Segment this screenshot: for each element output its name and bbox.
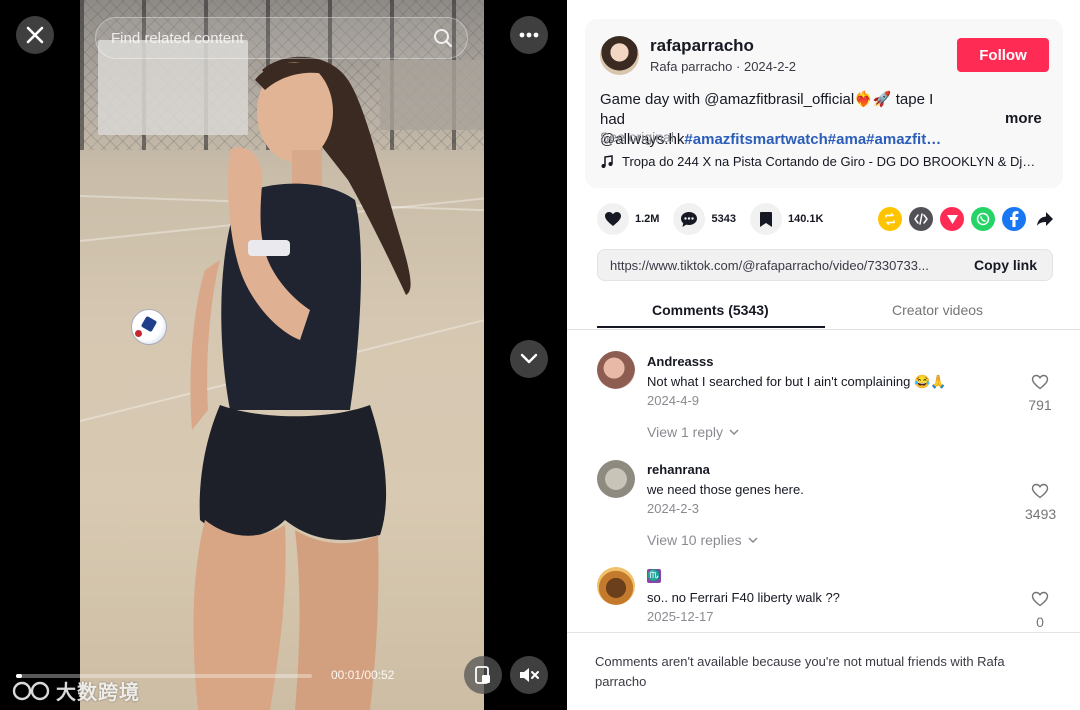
picture-in-picture-button[interactable] — [464, 656, 502, 694]
send-icon — [946, 214, 958, 224]
chevron-down-icon — [520, 353, 538, 364]
view-replies-button[interactable]: View 10 replies — [647, 532, 758, 548]
comment-like-button[interactable]: 791 — [1025, 374, 1055, 413]
pip-icon — [475, 666, 490, 684]
search-bar[interactable] — [95, 17, 468, 59]
video-url[interactable]: https://www.tiktok.com/@rafaparracho/vid… — [598, 258, 960, 273]
active-tab-indicator — [597, 326, 825, 328]
comment-text: so.. no Ferrari F40 liberty walk ?? — [647, 590, 840, 605]
chevron-down-icon — [729, 429, 739, 435]
comment-date: 2024-4-9 — [647, 393, 700, 408]
view-replies-button[interactable]: View 1 reply — [647, 424, 739, 440]
comment-list[interactable]: Andreasss Not what I searched for but I … — [567, 331, 1080, 633]
close-button[interactable] — [16, 16, 54, 54]
repost-icon — [885, 213, 895, 225]
repost-button[interactable] — [878, 207, 902, 231]
whatsapp-icon — [976, 212, 990, 226]
more-options-button[interactable] — [510, 16, 548, 54]
watermark-logo-icon — [12, 681, 50, 700]
see-original-link[interactable]: See original — [600, 129, 674, 145]
copy-link-button[interactable]: Copy link — [974, 257, 1037, 273]
post-date: 2024-2-2 — [743, 59, 797, 74]
mute-button[interactable] — [510, 656, 548, 694]
commenter-avatar[interactable] — [597, 460, 635, 498]
comment-item: rehanrana we need those genes here. 2024… — [567, 439, 1080, 559]
comments-unavailable-notice: Comments aren't available because you're… — [595, 654, 1005, 689]
share-buttons — [878, 207, 1057, 231]
creator-username[interactable]: rafaparracho — [650, 36, 754, 56]
commenter-name[interactable]: rehanrana — [647, 462, 710, 477]
next-video-button[interactable] — [510, 340, 548, 378]
music-title: Tropa do 244 X na Pista Cortando de Giro… — [622, 154, 1036, 169]
comment-text: we need those genes here. — [647, 482, 804, 497]
creator-subline: Rafa parracho · 2024-2-2 — [650, 59, 796, 74]
view-replies-label: View 1 reply — [647, 424, 724, 440]
follow-button[interactable]: Follow — [957, 38, 1049, 72]
subline-separator: · — [736, 59, 744, 74]
more-button[interactable]: more — [1005, 110, 1042, 127]
embed-button[interactable] — [909, 207, 933, 231]
comment-date: 2024-2-3 — [647, 501, 700, 516]
search-icon[interactable] — [433, 28, 453, 48]
divider — [567, 632, 1080, 633]
comment-like-count: 0 — [1036, 614, 1044, 630]
facebook-icon — [1010, 211, 1019, 227]
heart-outline-icon — [1031, 591, 1049, 607]
music-note-icon — [601, 154, 613, 168]
bookmark-icon — [759, 211, 772, 227]
comment-item: ♏ so.. no Ferrari F40 liberty walk ?? 20… — [567, 547, 1080, 633]
commenter-name[interactable]: Andreasss — [647, 354, 713, 369]
heart-outline-icon — [1031, 483, 1049, 499]
favorite-count: 140.1K — [787, 213, 824, 225]
mute-icon — [520, 668, 539, 682]
search-input[interactable] — [111, 29, 433, 47]
comment-like-count: 791 — [1028, 397, 1052, 413]
comment-button[interactable]: 5343 — [673, 203, 736, 235]
chevron-down-icon — [748, 537, 758, 543]
comment-icon — [681, 211, 698, 227]
send-to-friends-button[interactable] — [940, 207, 964, 231]
comment-text: Not what I searched for but I ain't comp… — [647, 374, 947, 389]
creator-display-name: Rafa parracho — [650, 59, 733, 74]
tab-creator-videos[interactable]: Creator videos — [892, 302, 983, 318]
watermark: 大数跨境 — [10, 676, 140, 705]
commenter-avatar[interactable] — [597, 351, 635, 389]
description-line-1: Game day with @amazfitbrasil_official❤️‍… — [600, 91, 934, 128]
music-link[interactable]: Tropa do 244 X na Pista Cortando de Giro… — [600, 154, 1050, 169]
commenter-avatar[interactable] — [597, 567, 635, 605]
comment-count: 5343 — [711, 213, 736, 225]
watermark-text: 大数跨境 — [56, 682, 140, 704]
heart-outline-icon — [1031, 374, 1049, 390]
comment-like-button[interactable]: 0 — [1025, 591, 1055, 630]
heart-icon — [605, 212, 621, 226]
comment-date: 2025-12-17 — [647, 609, 714, 624]
embed-icon — [914, 213, 928, 225]
comment-like-button[interactable]: 3493 — [1025, 483, 1057, 522]
video-details-panel: rafaparracho Rafa parracho · 2024-2-2 Fo… — [567, 0, 1080, 710]
like-count: 1.2M — [635, 213, 660, 225]
comment-item: Andreasss Not what I searched for but I … — [567, 331, 1080, 451]
video-time: 00:01/00:52 — [331, 668, 395, 682]
video-player[interactable]: 00:01/00:52 大数跨境 — [0, 0, 567, 710]
more-share-button[interactable] — [1033, 207, 1057, 231]
action-bar: 1.2M 5343 140.1K — [597, 203, 837, 235]
post-info-card: rafaparracho Rafa parracho · 2024-2-2 Fo… — [585, 19, 1063, 188]
facebook-share-button[interactable] — [1002, 207, 1026, 231]
video-subject — [190, 56, 411, 710]
panel-tabs: Comments (5343) Creator videos — [567, 292, 1080, 330]
more-icon — [519, 32, 539, 38]
copy-link-box: https://www.tiktok.com/@rafaparracho/vid… — [597, 249, 1053, 281]
comment-like-count: 3493 — [1025, 506, 1057, 522]
favorite-button[interactable]: 140.1K — [749, 203, 824, 235]
close-icon — [26, 26, 44, 44]
creator-avatar[interactable] — [600, 36, 639, 75]
like-button[interactable]: 1.2M — [597, 203, 659, 235]
commenter-name[interactable]: ♏ — [647, 569, 661, 583]
video-frame[interactable] — [80, 0, 484, 710]
share-arrow-icon — [1037, 212, 1053, 226]
view-replies-label: View 10 replies — [647, 532, 742, 548]
tab-comments[interactable]: Comments (5343) — [652, 302, 769, 318]
hashtag-links[interactable]: #amazfitsmartwatch#ama#amazfit… — [684, 131, 941, 148]
whatsapp-share-button[interactable] — [971, 207, 995, 231]
